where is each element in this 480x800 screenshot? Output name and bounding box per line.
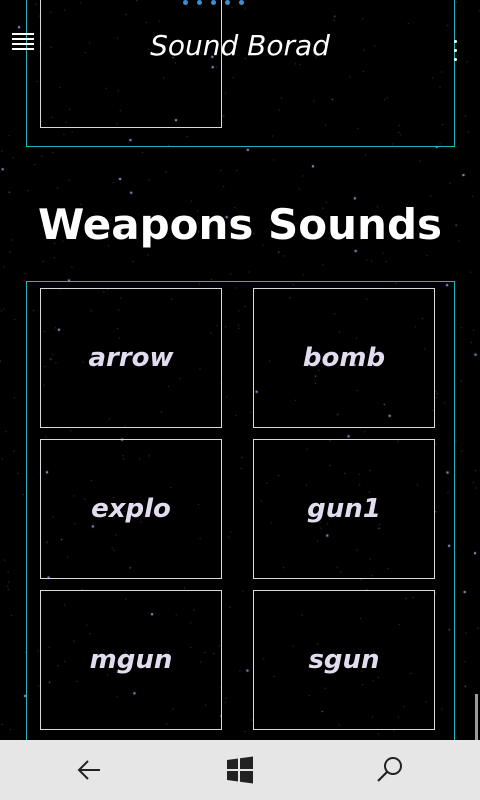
sound-button-explo[interactable]: explo (40, 439, 222, 579)
sound-label: arrow (88, 343, 174, 373)
app-title: Sound Borad (150, 29, 330, 62)
sound-button-sgun[interactable]: sgun (253, 590, 435, 730)
windows-logo-icon[interactable] (220, 750, 260, 790)
section-title: Weapons Sounds (37, 200, 443, 249)
system-nav-bar (0, 740, 480, 800)
sound-label: mgun (89, 645, 173, 675)
sound-button-arrow[interactable]: arrow (40, 288, 222, 428)
more-vertical-icon[interactable] (454, 40, 458, 64)
sound-label: gun1 (307, 494, 381, 524)
back-arrow-icon[interactable] (70, 750, 110, 790)
sound-label: bomb (302, 343, 386, 373)
app-bar: Sound Borad (0, 0, 480, 66)
scrollbar[interactable] (475, 694, 478, 740)
sound-button-bomb[interactable]: bomb (253, 288, 435, 428)
sound-button-gun1[interactable]: gun1 (253, 439, 435, 579)
sound-label: explo (91, 494, 171, 524)
sound-label: sgun (308, 645, 380, 675)
search-icon[interactable] (370, 750, 410, 790)
sound-button-mgun[interactable]: mgun (40, 590, 222, 730)
